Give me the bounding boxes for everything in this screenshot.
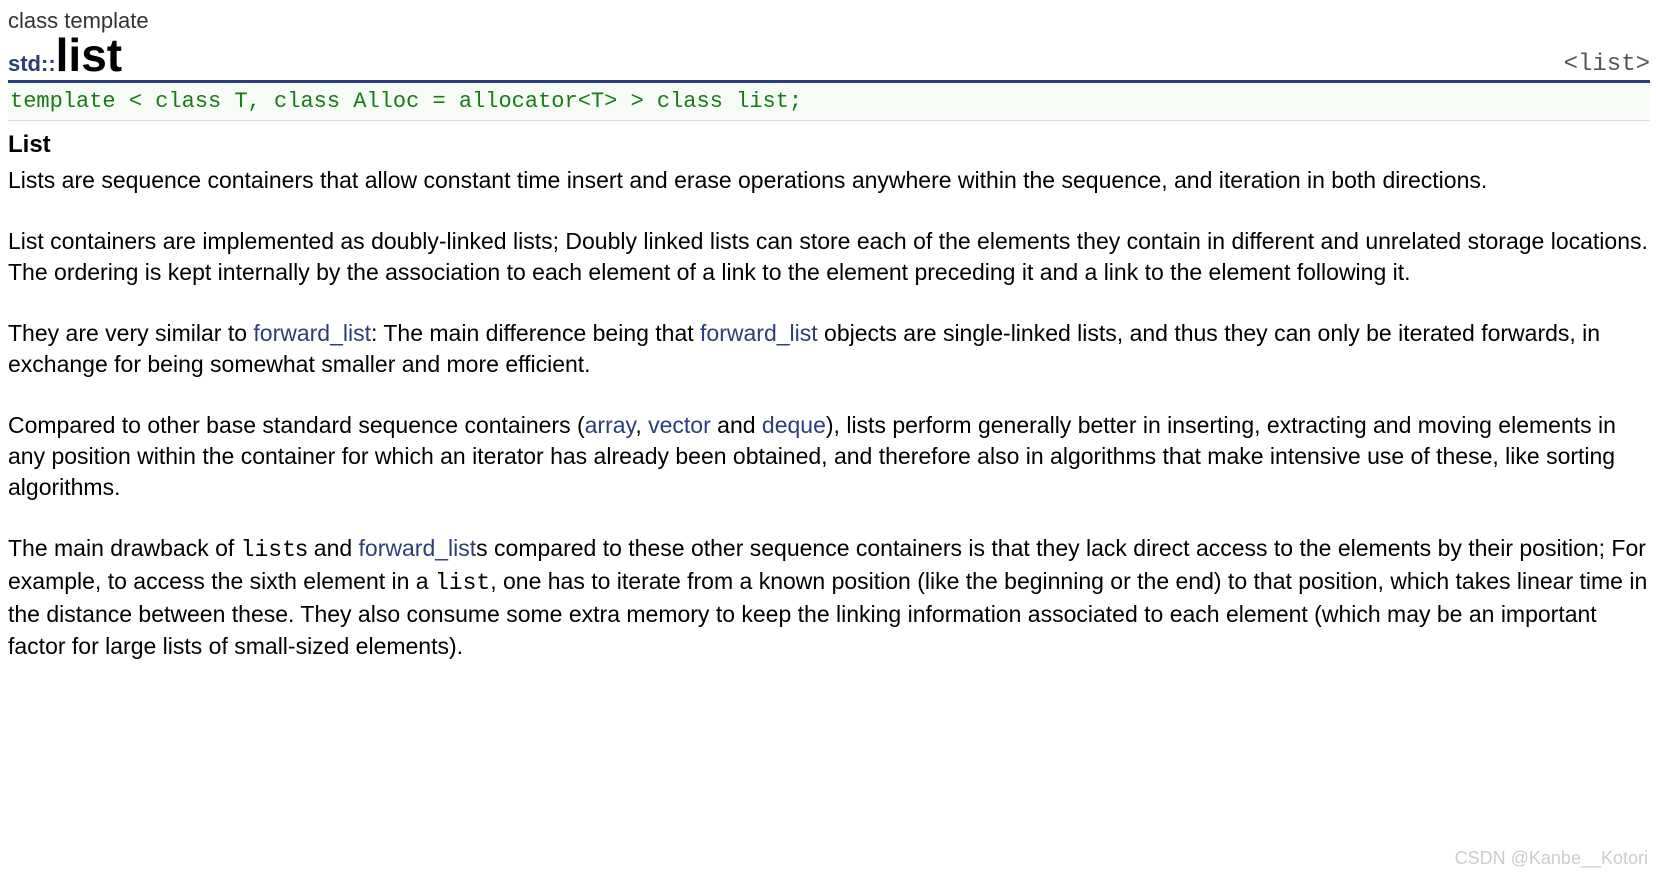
text-fragment: They are very similar to bbox=[8, 320, 253, 346]
deque-link[interactable]: deque bbox=[762, 412, 826, 438]
paragraph-1: Lists are sequence containers that allow… bbox=[8, 165, 1650, 196]
list-mono: list bbox=[241, 537, 296, 563]
paragraph-5: The main drawback of lists and forward_l… bbox=[8, 533, 1650, 661]
forward-list-link[interactable]: forward_list bbox=[253, 320, 371, 346]
paragraph-4: Compared to other base standard sequence… bbox=[8, 410, 1650, 503]
header-include: <list> bbox=[1564, 51, 1650, 78]
class-template-label: class template bbox=[8, 8, 1650, 34]
section-title: List bbox=[8, 131, 1650, 159]
namespace-prefix: std:: bbox=[8, 51, 56, 77]
title-row: std::list <list> bbox=[8, 32, 1650, 83]
watermark: CSDN @Kanbe__Kotori bbox=[1455, 848, 1648, 869]
template-declaration: template < class T, class Alloc = alloca… bbox=[8, 83, 1650, 121]
vector-link[interactable]: vector bbox=[648, 412, 711, 438]
paragraph-2: List containers are implemented as doubl… bbox=[8, 226, 1650, 288]
text-fragment: Compared to other base standard sequence… bbox=[8, 412, 585, 438]
text-fragment: , bbox=[635, 412, 648, 438]
text-fragment: The main drawback of bbox=[8, 535, 241, 561]
text-fragment: : The main difference being that bbox=[371, 320, 700, 346]
text-fragment: s and bbox=[296, 535, 359, 561]
forward-list-link[interactable]: forward_list bbox=[700, 320, 818, 346]
text-fragment: and bbox=[711, 412, 762, 438]
list-mono: list bbox=[435, 570, 490, 596]
array-link[interactable]: array bbox=[585, 412, 636, 438]
paragraph-3: They are very similar to forward_list: T… bbox=[8, 318, 1650, 380]
forward-list-link[interactable]: forward_list bbox=[359, 535, 477, 561]
class-name: list bbox=[56, 32, 122, 78]
title-left: std::list bbox=[8, 32, 122, 78]
